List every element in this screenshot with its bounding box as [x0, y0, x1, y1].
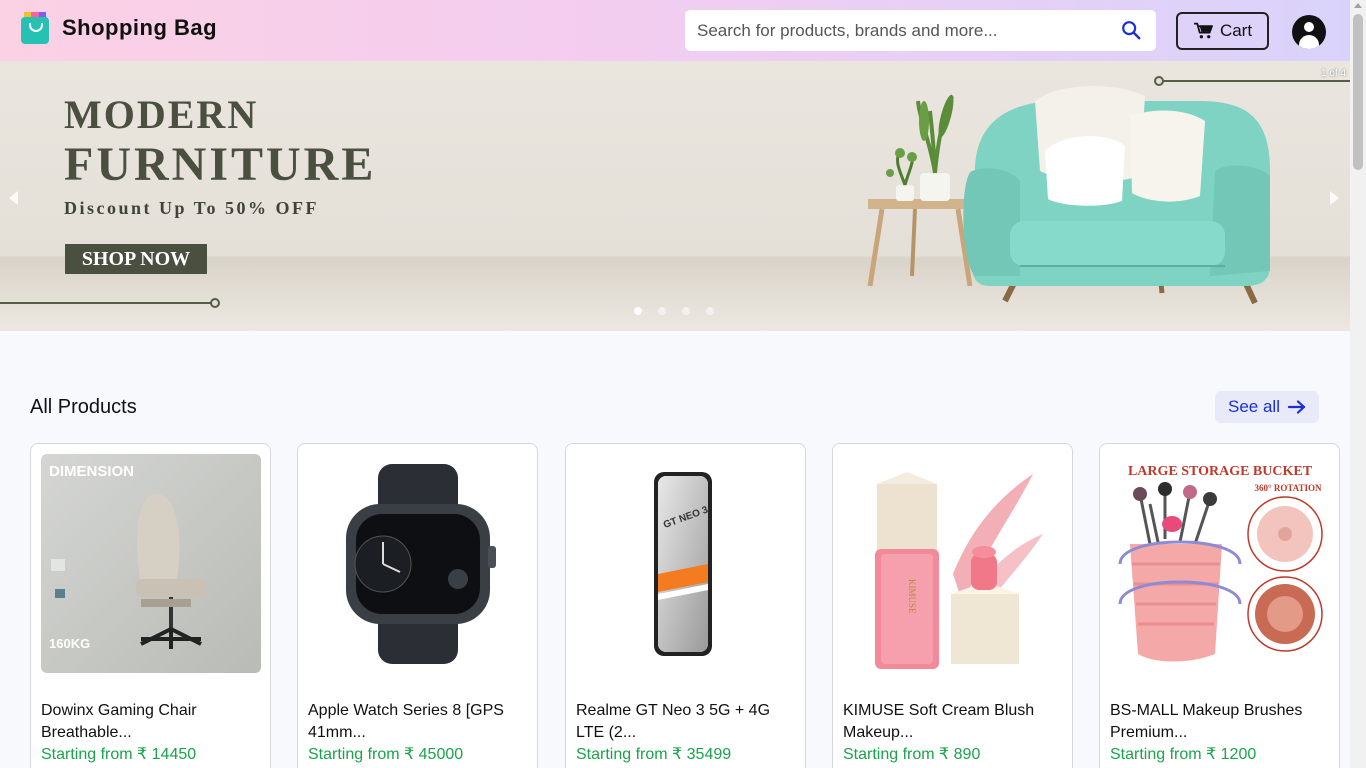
slide-counter: 1 of 4 [1321, 68, 1347, 79]
banner-title-line1: MODERN [64, 92, 259, 137]
product-price: Starting from ₹ 890 [843, 746, 981, 763]
banner-subtitle: Discount Up To 50% OFF [64, 198, 320, 218]
arrow-right-icon [1287, 400, 1306, 414]
product-price: Starting from ₹ 35499 [576, 746, 732, 763]
product-image-badge: 160KG [49, 636, 90, 651]
carousel-dot[interactable] [658, 307, 666, 315]
product-name: Realme GT Neo 3 5G + 4G LTE (2... [576, 702, 771, 741]
product-image-text: KIMUSE [907, 579, 917, 614]
scrollbar-thumb[interactable] [1353, 14, 1363, 170]
shopping-bag-logo-icon[interactable] [21, 12, 49, 44]
product-price: Starting from ₹ 1200 [1110, 746, 1257, 763]
see-all-button[interactable]: See all [1215, 391, 1319, 423]
chevron-right-icon[interactable] [1330, 191, 1339, 205]
search-bar [685, 10, 1156, 51]
banner-title-line2: FURNITURE [64, 138, 377, 191]
user-avatar-icon[interactable] [1292, 15, 1326, 49]
scroll-up-arrow-icon[interactable] [1354, 3, 1362, 8]
product-image-text: DIMENSION [49, 463, 134, 480]
product-image [308, 454, 528, 673]
cart-label: Cart [1219, 21, 1253, 40]
armchair-illustration [867, 86, 1270, 305]
chevron-left-icon[interactable] [9, 191, 18, 205]
brand-name[interactable]: Shopping Bag [62, 15, 217, 41]
product-image: KIMUSE [843, 454, 1063, 673]
search-icon[interactable] [1120, 19, 1142, 41]
top-navbar: Shopping Bag Cart [0, 0, 1350, 61]
product-name: Dowinx Gaming Chair Breathable... [41, 702, 197, 741]
product-image: GT NEO 3 [576, 454, 796, 673]
hero-banner-carousel[interactable]: MODERN FURNITURE Discount Up To 50% OFF … [0, 61, 1350, 331]
carousel-indicators [634, 307, 714, 315]
product-price: Starting from ₹ 14450 [41, 746, 197, 763]
product-card[interactable]: GT NEO 3 Realme GT Neo 3 5G + 4G LTE (2.… [565, 443, 806, 768]
product-image: DIMENSION 160KG [41, 454, 261, 673]
product-name: KIMUSE Soft Cream Blush Makeup... [843, 702, 1035, 741]
product-name: BS-MALL Makeup Brushes Premium... [1110, 702, 1303, 741]
product-price: Starting from ₹ 45000 [308, 746, 464, 763]
product-image-text: LARGE STORAGE BUCKET [1128, 464, 1313, 479]
cart-icon [1193, 22, 1213, 39]
product-image-subtext: 360° ROTATION [1254, 483, 1322, 493]
product-card[interactable]: LARGE STORAGE BUCKET 360° ROTATION BS-MA… [1099, 443, 1340, 768]
shop-now-button[interactable]: SHOP NOW [65, 244, 207, 274]
carousel-dot[interactable] [706, 307, 714, 315]
decor-dot [210, 298, 220, 308]
see-all-label: See all [1228, 397, 1280, 416]
carousel-dot[interactable] [682, 307, 690, 315]
product-card[interactable]: Apple Watch Series 8 [GPS 41mm... Starti… [297, 443, 538, 768]
section-title: All Products [30, 396, 137, 418]
product-card[interactable]: DIMENSION 160KG Dowinx Gaming Chair Brea… [30, 443, 271, 768]
decor-line [0, 302, 212, 304]
cart-button[interactable]: Cart [1176, 12, 1269, 50]
product-card[interactable]: KIMUSE KIMUSE Soft Cream Blush Makeup...… [832, 443, 1073, 768]
search-input[interactable] [685, 10, 1115, 51]
carousel-dot[interactable] [634, 307, 642, 315]
page-scrollbar[interactable] [1350, 0, 1366, 768]
product-name: Apple Watch Series 8 [GPS 41mm... [308, 702, 504, 741]
product-image: LARGE STORAGE BUCKET 360° ROTATION [1110, 454, 1330, 673]
